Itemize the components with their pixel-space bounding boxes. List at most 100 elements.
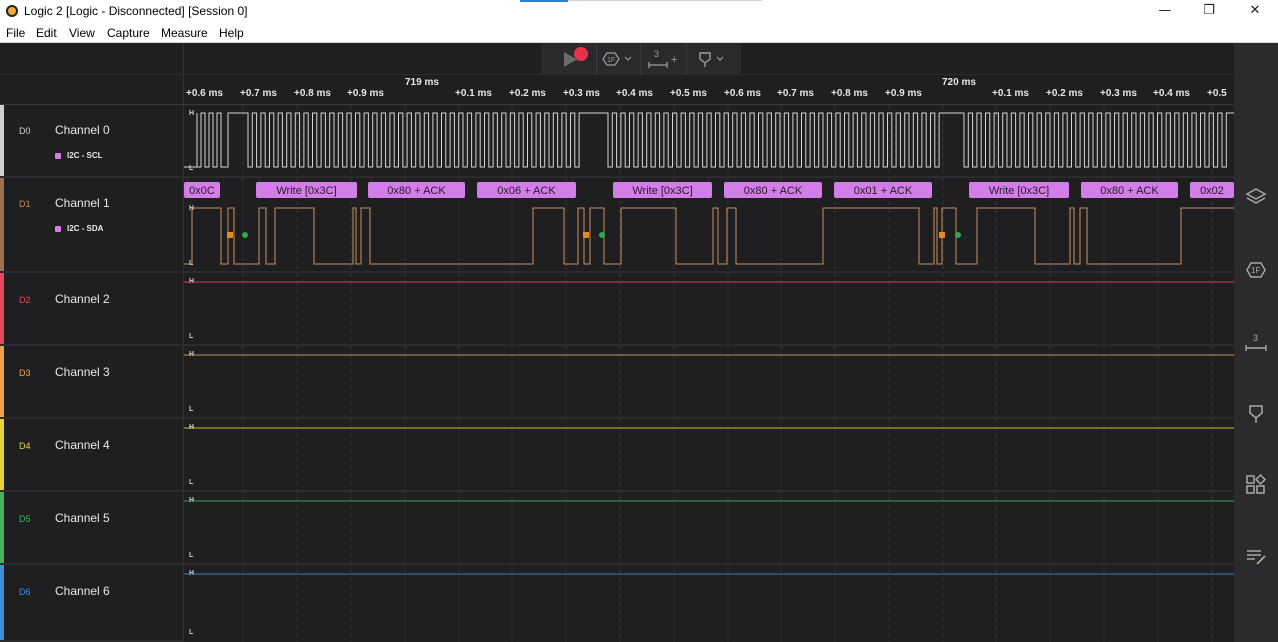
row-separator [184, 271, 1234, 273]
decoded-frame-label: 0x06 + ACK [497, 185, 556, 197]
analyzer-tag[interactable]: I2C - SCL [55, 151, 103, 160]
title-bar: Logic 2 [Logic - Disconnected] [Session … [0, 0, 1278, 23]
level-low-label: L [189, 165, 194, 172]
channel-color-bar [0, 492, 4, 563]
menu-help[interactable]: Help [219, 26, 244, 40]
decoded-frame-label: 0x80 + ACK [1100, 185, 1159, 197]
ruler-tick-label: +0.8 ms [294, 88, 331, 99]
channel-name[interactable]: Channel 2 [55, 292, 110, 306]
add-measurement-button[interactable]: 3 + [641, 43, 685, 75]
channel-color-bar [0, 346, 4, 417]
marker-icon [699, 52, 724, 67]
close-button[interactable]: ✕ [1232, 0, 1278, 23]
svg-text:1F: 1F [1251, 266, 1260, 275]
start-condition-marker [583, 232, 589, 238]
play-icon [564, 47, 588, 67]
title-divider [568, 0, 762, 1]
major-time-label: 719 ms [405, 77, 439, 88]
protocol-icon[interactable]: 1F [1244, 258, 1268, 282]
channel-color-bar [0, 178, 4, 271]
toolbar-left-pane [0, 43, 184, 75]
measure-icon: 3 + [648, 49, 677, 68]
row-separator [184, 563, 1234, 565]
channel-id: D4 [19, 441, 31, 451]
analyzers-icon[interactable] [1244, 185, 1268, 209]
decoded-frame-label: 0x01 + ACK [854, 185, 913, 197]
extensions-icon[interactable] [1244, 473, 1268, 497]
channel-name[interactable]: Channel 3 [55, 365, 110, 379]
ruler-left-pane [0, 75, 184, 105]
add-marker-button[interactable] [687, 43, 735, 75]
decoded-frame-label: Write [0x3C] [989, 185, 1049, 197]
channel-name[interactable]: Channel 6 [55, 584, 110, 598]
ruler-tick-label: +0.5 [1207, 88, 1227, 99]
menu-capture[interactable]: Capture [107, 26, 150, 40]
minimize-button[interactable]: — [1142, 0, 1188, 23]
ruler-tick-label: +0.9 ms [885, 88, 922, 99]
channel-name[interactable]: Channel 4 [55, 438, 110, 452]
decoded-frame-label: 0x80 + ACK [387, 185, 446, 197]
marker-icon[interactable] [1244, 402, 1268, 426]
channel-name[interactable]: Channel 0 [55, 123, 110, 137]
measure-icon[interactable]: 3 [1244, 331, 1268, 355]
ruler-tick-label: +0.4 ms [1153, 88, 1190, 99]
ruler-tick-label: +0.4 ms [616, 88, 653, 99]
channel-1-waveform [184, 207, 1234, 265]
ruler-tick-label: +0.5 ms [670, 88, 707, 99]
stop-condition-marker [242, 232, 248, 238]
time-ruler[interactable]: 719 ms 720 ms +0.6 ms +0.7 ms +0.8 ms +0.9 … [0, 75, 1234, 105]
toolbar: 1F 3 + [0, 43, 1234, 75]
menu-view[interactable]: View [69, 26, 95, 40]
level-low-label: L [189, 552, 194, 559]
ruler-tick-label: +0.2 ms [509, 88, 546, 99]
major-time-label: 720 ms [942, 77, 976, 88]
menu-measure[interactable]: Measure [161, 26, 208, 40]
channel-row-5[interactable]: D5 Channel 5 [0, 492, 184, 565]
menu-file[interactable]: File [6, 26, 25, 40]
channel-row-6[interactable]: D6 Channel 6 [0, 565, 184, 642]
title-accent [520, 0, 568, 2]
channel-name[interactable]: Channel 5 [55, 511, 110, 525]
channel-row-1[interactable]: D1 Channel 1 I2C - SDA [0, 178, 184, 273]
row-separator [184, 176, 1234, 178]
channel-row-0[interactable]: D0 Channel 0 I2C - SCL [0, 105, 184, 178]
ruler-tick-label: +0.6 ms [724, 88, 761, 99]
protocol-icon: 1F [602, 52, 632, 66]
start-condition-marker [227, 232, 233, 238]
add-protocol-analyzer-button[interactable]: 1F [597, 43, 639, 75]
channel-0-waveform [184, 112, 1234, 168]
ruler-tick-label: +0.1 ms [992, 88, 1029, 99]
channel-color-bar [0, 419, 4, 490]
waveform-area[interactable]: HLHLHLHLHLHLHL0x0CWrite [0x3C]0x80 + ACK… [184, 105, 1234, 642]
channel-color-bar [0, 105, 4, 176]
ruler-tick-label: +0.6 ms [186, 88, 223, 99]
channel-id: D5 [19, 514, 31, 524]
start-condition-marker [939, 232, 945, 238]
ruler-tick-label: +0.7 ms [240, 88, 277, 99]
svg-text:+: + [671, 54, 677, 66]
level-low-label: L [189, 406, 194, 413]
analyzer-tag[interactable]: I2C - SDA [55, 224, 103, 233]
decoded-frame-label: 0x80 + ACK [744, 185, 803, 197]
channel-id: D3 [19, 368, 31, 378]
start-capture-button[interactable] [541, 43, 595, 75]
capture-toolbar: 1F 3 + [541, 43, 741, 75]
maximize-button[interactable]: ❐ [1186, 0, 1232, 23]
channel-row-2[interactable]: D2 Channel 2 [0, 273, 184, 346]
window-title: Logic 2 [Logic - Disconnected] [Session … [24, 4, 248, 18]
app-logo-icon [6, 5, 18, 17]
channel-row-4[interactable]: D4 Channel 4 [0, 419, 184, 492]
level-low-label: L [189, 479, 194, 486]
menu-edit[interactable]: Edit [36, 26, 57, 40]
level-low-label: L [189, 333, 194, 340]
ruler-tick-label: +0.9 ms [347, 88, 384, 99]
ruler-tick-label: +0.7 ms [777, 88, 814, 99]
channel-name[interactable]: Channel 1 [55, 196, 110, 210]
svg-text:3: 3 [654, 49, 659, 59]
channel-color-bar [0, 273, 4, 344]
channel-row-3[interactable]: D3 Channel 3 [0, 346, 184, 419]
channel-id: D0 [19, 126, 31, 136]
notes-icon[interactable] [1244, 545, 1268, 569]
right-sidebar: 1F 3 [1234, 43, 1278, 642]
decoded-frame-label: 0x02 [1200, 185, 1224, 197]
